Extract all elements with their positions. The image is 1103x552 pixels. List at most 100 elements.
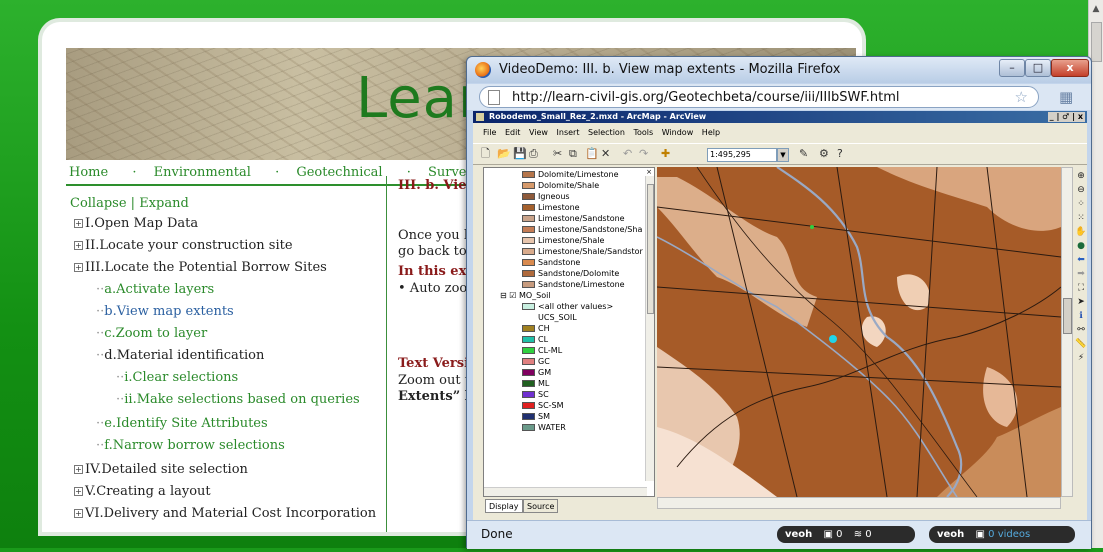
expand-link[interactable]: Expand [139, 196, 189, 211]
arcmap-menubar: File Edit View Insert Selection Tools Wi… [473, 123, 1087, 143]
select-features-icon[interactable]: ⛶ [1075, 283, 1087, 293]
menu-selection[interactable]: Selection [588, 128, 625, 137]
url-bar[interactable]: http://learn-civil-gis.org/Geotechbeta/c… [479, 86, 1039, 108]
layer-checkbox[interactable]: ☑ [509, 291, 516, 300]
map-vertical-scrollbar[interactable] [1061, 167, 1073, 497]
toc-item-3b[interactable]: ··b.View map extents [96, 304, 234, 319]
arcmap-window-buttons[interactable]: _ | ♂ | x [1047, 112, 1085, 122]
veoh-videos-button[interactable]: veoh ▣ 0 videos [929, 526, 1075, 543]
toc-close-icon[interactable]: × [646, 168, 652, 176]
toc-item-3a[interactable]: ··a.Activate layers [96, 282, 214, 297]
find-binoculars-icon[interactable]: ⚯ [1075, 325, 1087, 335]
save-icon[interactable]: 💾 [513, 148, 527, 160]
fixed-zoom-in-icon[interactable]: ⁘ [1075, 199, 1087, 209]
identify-icon[interactable]: ℹ [1075, 311, 1087, 321]
legend-item: Limestone/Sandstone/Sha [522, 225, 642, 235]
scroll-up-arrow-icon[interactable]: ▲ [1089, 2, 1103, 16]
text-version-heading: Text Versi [398, 356, 470, 371]
menu-grid-icon[interactable]: ▦ [1059, 88, 1073, 106]
toc-item-4[interactable]: + IV.Detailed site selection [74, 462, 248, 477]
nav-environmental[interactable]: Environmental [154, 162, 251, 184]
legend-label: WATER [538, 423, 566, 432]
open-folder-icon[interactable]: 📂 [497, 148, 511, 160]
menu-insert[interactable]: Insert [557, 128, 580, 137]
redo-icon[interactable]: ↷ [639, 148, 648, 160]
minimize-button[interactable]: – [999, 59, 1025, 77]
editor-toolbar-icon[interactable]: ✎ [799, 148, 808, 160]
veoh-count-b: 0 [865, 529, 872, 540]
select-elements-icon[interactable]: ➤ [1075, 297, 1087, 307]
nav-geotechnical[interactable]: Geotechnical [296, 162, 382, 184]
layer-row-mo-soil[interactable]: ⊟ ☑ MO_Soil [500, 291, 551, 301]
toc-item-5[interactable]: + V.Creating a layout [74, 484, 211, 499]
window-titlebar[interactable]: VideoDemo: III. b. View map extents - Mo… [467, 57, 1091, 83]
close-button[interactable]: x [1051, 59, 1089, 77]
collapse-link[interactable]: Collapse [70, 196, 127, 211]
add-data-icon[interactable]: ✚ [661, 148, 670, 160]
toc-item-3f[interactable]: ··f.Narrow borrow selections [96, 438, 285, 453]
undo-icon[interactable]: ↶ [623, 148, 632, 160]
pan-hand-icon[interactable]: ✋ [1075, 227, 1087, 237]
toc-item-1[interactable]: + I.Open Map Data [74, 216, 198, 231]
tab-source[interactable]: Source [523, 499, 559, 513]
toc-item-2[interactable]: + II.Locate your construction site [74, 238, 293, 253]
toc-item-3d-i[interactable]: ··i.Clear selections [116, 370, 238, 385]
tab-display[interactable]: Display [485, 499, 523, 513]
menu-window[interactable]: Window [662, 128, 694, 137]
scroll-thumb[interactable] [1063, 298, 1072, 334]
map-canvas[interactable] [657, 167, 1061, 497]
zoom-out-icon[interactable]: ⊖ [1075, 185, 1087, 195]
arctoolbox-icon[interactable]: ⚙ [819, 148, 829, 160]
measure-icon[interactable]: 📏 [1075, 339, 1087, 349]
expand-plus-icon[interactable]: + [74, 219, 83, 228]
hyperlink-lightning-icon[interactable]: ⚡ [1075, 353, 1087, 363]
toc-label: a.Activate layers [104, 282, 215, 297]
copy-icon[interactable]: ⧉ [569, 148, 577, 160]
toc-item-3d-ii[interactable]: ··ii.Make selections based on queries [116, 392, 360, 407]
bookmark-star-icon[interactable]: ☆ [1015, 88, 1028, 106]
arcmap-toolbar: 🗋 📂 💾 ⎙ ✂ ⧉ 📋 ✕ ↶ ↷ ✚ 1:495,295 ▼ ✎ ⚙ ? [473, 143, 1087, 165]
forward-extent-icon[interactable]: ➡ [1075, 269, 1087, 279]
toc-vertical-scrollbar[interactable] [645, 176, 654, 481]
toc-item-3d[interactable]: ··d.Material identification [96, 348, 264, 363]
expand-plus-icon[interactable]: + [74, 263, 83, 272]
menu-file[interactable]: File [483, 128, 496, 137]
expand-plus-icon[interactable]: + [74, 465, 83, 474]
scale-dropdown-icon[interactable]: ▼ [777, 148, 789, 162]
paste-icon[interactable]: 📋 [585, 148, 599, 160]
scroll-thumb[interactable] [647, 184, 654, 314]
nav-separator: · [132, 165, 137, 180]
fixed-zoom-out-icon[interactable]: ⁙ [1075, 213, 1087, 223]
menu-edit[interactable]: Edit [505, 128, 521, 137]
toc-item-3e[interactable]: ··e.Identify Site Attributes [96, 416, 268, 431]
delete-icon[interactable]: ✕ [601, 148, 610, 160]
expand-plus-icon[interactable]: + [74, 487, 83, 496]
back-extent-icon[interactable]: ⬅ [1075, 255, 1087, 265]
expand-plus-icon[interactable]: + [74, 509, 83, 518]
toc-item-6[interactable]: + VI.Delivery and Material Cost Incorpora… [74, 506, 376, 521]
zoom-in-icon[interactable]: ⊕ [1075, 171, 1087, 181]
cut-icon[interactable]: ✂ [553, 148, 562, 160]
veoh-logo: veoh [785, 529, 813, 540]
full-extent-globe-icon[interactable]: ● [1075, 241, 1087, 251]
firefox-window: VideoDemo: III. b. View map extents - Mo… [466, 56, 1092, 550]
toc-item-3c[interactable]: ··c.Zoom to layer [96, 326, 207, 341]
print-icon[interactable]: ⎙ [529, 148, 538, 160]
new-document-icon[interactable]: 🗋 [481, 148, 490, 160]
legend-label: SC [538, 390, 549, 399]
menu-tools[interactable]: Tools [633, 128, 653, 137]
expand-plus-icon[interactable]: + [74, 241, 83, 250]
maximize-button[interactable]: □ [1025, 59, 1051, 77]
toc-horizontal-scrollbar[interactable] [484, 487, 647, 496]
map-scale-input[interactable]: 1:495,295 [707, 148, 777, 162]
toc-item-3[interactable]: + III.Locate the Potential Borrow Sites [74, 260, 327, 275]
collapse-minus-icon[interactable]: ⊟ [500, 291, 507, 300]
scroll-thumb[interactable] [1091, 22, 1102, 62]
menu-view[interactable]: View [529, 128, 548, 137]
menu-help[interactable]: Help [702, 128, 720, 137]
arcmap-titlebar: Robodemo_Small_Rez_2.mxd - ArcMap - ArcV… [473, 111, 1087, 123]
veoh-toolbar-counters[interactable]: veoh ▣ 0 ≋ 0 [777, 526, 915, 543]
map-horizontal-scrollbar[interactable] [657, 497, 1061, 509]
nav-home[interactable]: Home [69, 162, 108, 184]
whats-this-help-icon[interactable]: ? [837, 148, 843, 160]
